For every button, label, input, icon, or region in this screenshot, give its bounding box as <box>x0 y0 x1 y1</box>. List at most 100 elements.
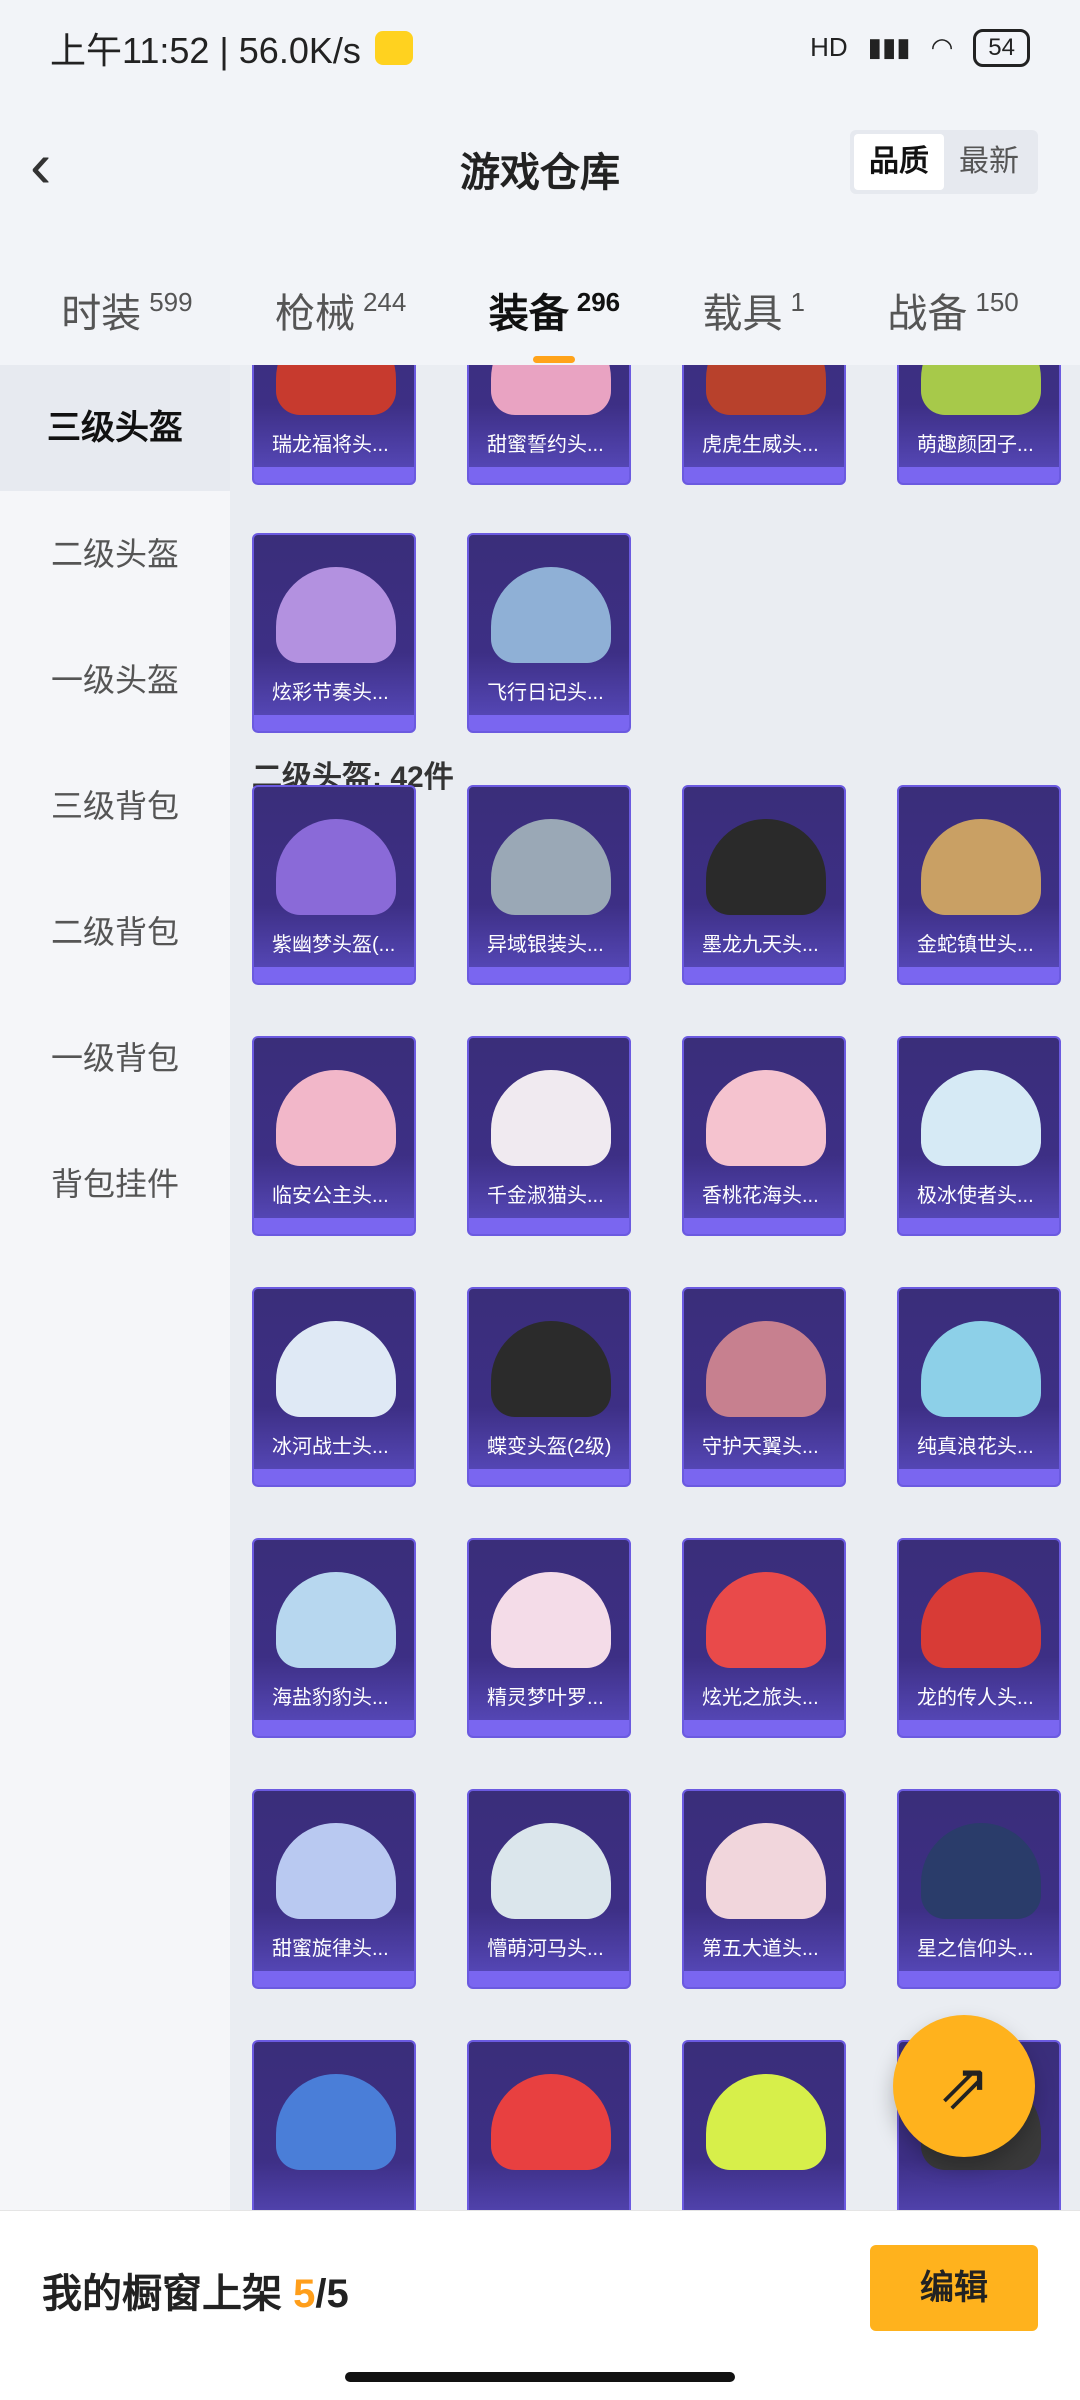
tab-equipment[interactable]: 装备 296 <box>488 281 621 363</box>
item-card[interactable]: 紫幽梦头盔(... <box>252 785 416 985</box>
item-grid: 瑞龙福将头... 甜蜜誓约头... 虎虎生威头... 萌趣颜团子... 炫彩节奏… <box>230 365 1080 2210</box>
item-name: 甜蜜誓约头... <box>487 434 604 456</box>
helmet-icon <box>921 1321 1041 1417</box>
helmet-icon <box>706 1321 826 1417</box>
tab-label: 装备 <box>488 292 569 336</box>
helmet-icon <box>491 567 611 663</box>
tab-count: 296 <box>576 287 621 317</box>
sort-latest[interactable]: 最新 <box>944 134 1034 190</box>
item-name: 虎虎生威头... <box>702 434 819 456</box>
item-name: 第五大道头... <box>702 1938 819 1960</box>
item-card[interactable]: 极冰使者头... <box>897 1036 1061 1236</box>
helmet-icon <box>276 365 396 415</box>
item-name <box>254 2178 414 2210</box>
item-card[interactable]: 第五大道头... <box>682 1789 846 1989</box>
item-name: 炫彩节奏头... <box>272 682 389 704</box>
tab-count: 599 <box>149 287 193 317</box>
tab-fashion[interactable]: 时装 599 <box>61 281 192 339</box>
item-card[interactable]: 星之信仰头... <box>897 1789 1061 1989</box>
rarity-stripe <box>254 715 414 731</box>
item-card[interactable]: 千金淑猫头... <box>467 1036 631 1236</box>
item-card[interactable] <box>682 2040 846 2210</box>
item-name: 萌趣颜团子... <box>917 434 1034 456</box>
item-card[interactable]: 精灵梦叶罗... <box>467 1538 631 1738</box>
helmet-icon <box>276 567 396 663</box>
item-name: 炫光之旅头... <box>702 1687 819 1709</box>
item-card[interactable] <box>252 2040 416 2210</box>
helmet-icon <box>276 1823 396 1919</box>
item-name <box>899 2178 1059 2210</box>
status-bar: 上午11:52 | 56.0K/s HD ▮▮▮ ◠ 54 <box>0 0 1080 95</box>
edit-button[interactable]: 编辑 <box>870 2245 1038 2331</box>
item-card[interactable]: 临安公主头... <box>252 1036 416 1236</box>
helmet-icon <box>706 1823 826 1919</box>
item-card[interactable]: 炫彩节奏头... <box>252 533 416 733</box>
helmet-icon <box>276 819 396 915</box>
helmet-icon <box>706 365 826 415</box>
item-card[interactable]: 异域银装头... <box>467 785 631 985</box>
sidebar-item-level2-helmet[interactable]: 二级头盔 <box>0 491 230 617</box>
tab-supplies[interactable]: 战备 150 <box>887 281 1018 339</box>
item-name: 冰河战士头... <box>272 1436 389 1458</box>
share-icon[interactable]: ⇗ <box>893 2015 1035 2157</box>
sort-quality[interactable]: 品质 <box>854 134 944 190</box>
rarity-stripe <box>684 1720 844 1736</box>
sidebar-item-level1-backpack[interactable]: 一级背包 <box>0 995 230 1121</box>
item-card[interactable]: 海盐豹豹头... <box>252 1538 416 1738</box>
helmet-icon <box>491 365 611 415</box>
item-card[interactable]: 虎虎生威头... <box>682 365 846 485</box>
item-card[interactable]: 甜蜜誓约头... <box>467 365 631 485</box>
item-card[interactable]: 纯真浪花头... <box>897 1287 1061 1487</box>
rarity-stripe <box>469 715 629 731</box>
item-card[interactable]: 炫光之旅头... <box>682 1538 846 1738</box>
status-time: 上午11:52 | 56.0K/s <box>50 29 361 71</box>
item-name: 星之信仰头... <box>917 1938 1034 1960</box>
sidebar-item-level3-backpack[interactable]: 三级背包 <box>0 743 230 869</box>
helmet-icon <box>706 819 826 915</box>
helmet-icon <box>276 1070 396 1166</box>
item-card[interactable]: 墨龙九天头... <box>682 785 846 985</box>
sidebar-item-level3-helmet[interactable]: 三级头盔 <box>0 365 230 491</box>
item-name: 临安公主头... <box>272 1185 389 1207</box>
rarity-stripe <box>469 1971 629 1987</box>
signal-icon: ▮▮▮ <box>867 32 911 62</box>
item-name: 千金淑猫头... <box>487 1185 604 1207</box>
item-card[interactable]: 瑞龙福将头... <box>252 365 416 485</box>
item-name: 蝶变头盔(2级) <box>487 1436 612 1458</box>
item-card[interactable]: 飞行日记头... <box>467 533 631 733</box>
item-name: 墨龙九天头... <box>702 934 819 956</box>
tab-label: 战备 <box>887 292 968 336</box>
helmet-icon <box>921 365 1041 415</box>
item-card[interactable]: 懵萌河马头... <box>467 1789 631 1989</box>
sidebar-item-level2-backpack[interactable]: 二级背包 <box>0 869 230 995</box>
item-card[interactable]: 蝶变头盔(2级) <box>467 1287 631 1487</box>
item-card[interactable]: 金蛇镇世头... <box>897 785 1061 985</box>
item-card[interactable]: 香桃花海头... <box>682 1036 846 1236</box>
item-card[interactable] <box>467 2040 631 2210</box>
item-card[interactable]: 冰河战士头... <box>252 1287 416 1487</box>
tab-count: 1 <box>790 287 805 317</box>
item-name <box>469 2178 629 2210</box>
tab-vehicles[interactable]: 载具 1 <box>703 281 805 339</box>
tab-label: 枪械 <box>274 292 355 336</box>
rarity-stripe <box>899 967 1059 983</box>
rarity-stripe <box>254 1971 414 1987</box>
helmet-icon <box>491 1070 611 1166</box>
rarity-stripe <box>684 1971 844 1987</box>
item-name: 海盐豹豹头... <box>272 1687 389 1709</box>
status-right: HD ▮▮▮ ◠ 54 <box>810 28 1030 67</box>
app-notification-icon <box>374 30 413 65</box>
item-name: 懵萌河马头... <box>487 1938 604 1960</box>
item-card[interactable]: 龙的传人头... <box>897 1538 1061 1738</box>
rarity-stripe <box>469 967 629 983</box>
sidebar-item-backpack-charm[interactable]: 背包挂件 <box>0 1121 230 1247</box>
helmet-icon <box>276 2074 396 2170</box>
tab-guns[interactable]: 枪械 244 <box>275 281 406 339</box>
helmet-icon <box>491 1321 611 1417</box>
showcase-label: 我的橱窗上架 <box>42 2272 282 2316</box>
item-card[interactable]: 萌趣颜团子... <box>897 365 1061 485</box>
item-card[interactable]: 甜蜜旋律头... <box>252 1789 416 1989</box>
item-card[interactable]: 守护天翼头... <box>682 1287 846 1487</box>
sidebar-item-level1-helmet[interactable]: 一级头盔 <box>0 617 230 743</box>
helmet-icon <box>491 1823 611 1919</box>
